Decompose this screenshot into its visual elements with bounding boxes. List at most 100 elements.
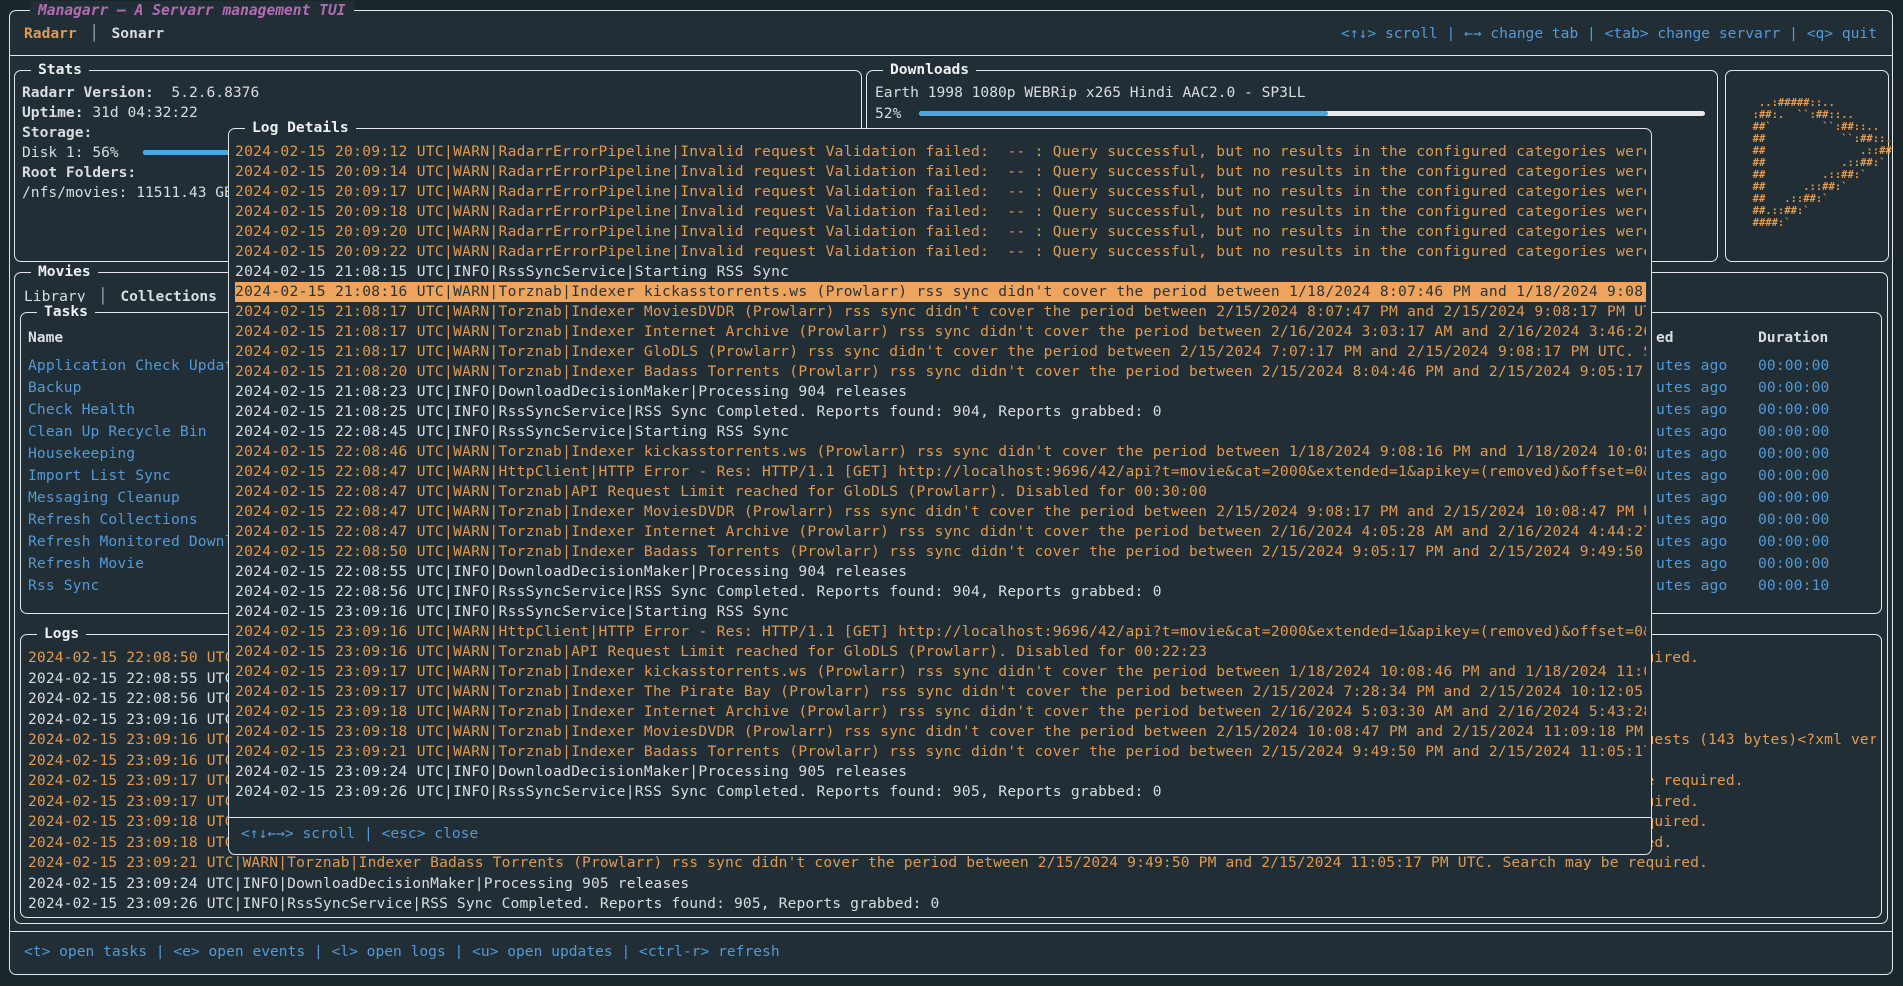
log-details-modal: Log Details 2024-02-15 20:09:12 UTC|WARN… — [228, 128, 1652, 855]
log-detail-line[interactable]: 2024-02-15 22:08:46 UTC|WARN|Torznab|Ind… — [235, 442, 1646, 462]
log-detail-line[interactable]: 2024-02-15 20:09:17 UTC|WARN|RadarrError… — [235, 182, 1646, 202]
log-detail-line[interactable]: 2024-02-15 22:08:56 UTC|INFO|RssSyncServ… — [235, 582, 1646, 602]
log-detail-line[interactable]: 2024-02-15 23:09:24 UTC|INFO|DownloadDec… — [235, 762, 1646, 782]
log-detail-line[interactable]: 2024-02-15 22:08:47 UTC|WARN|Torznab|Ind… — [235, 502, 1646, 522]
log-detail-line[interactable]: 2024-02-15 21:08:20 UTC|WARN|Torznab|Ind… — [235, 362, 1646, 382]
log-detail-line[interactable]: 2024-02-15 22:08:47 UTC|WARN|Torznab|Ind… — [235, 522, 1646, 542]
log-detail-line[interactable]: 2024-02-15 23:09:21 UTC|WARN|Torznab|Ind… — [235, 742, 1646, 762]
radarr-version-value: 5.2.6.8376 — [171, 84, 259, 101]
header-separator — [9, 55, 1893, 56]
task-row-last-executed: utes ago — [1656, 554, 1756, 576]
log-detail-line[interactable]: 2024-02-15 22:08:55 UTC|INFO|DownloadDec… — [235, 562, 1646, 582]
logo-panel: ..:#####::.. :##:. ``:##::.. ##` ``:##::… — [1725, 70, 1889, 262]
tab-divider: │ — [90, 24, 99, 44]
root-folders-label: Root Folders: — [22, 163, 136, 183]
disk-label: Disk 1: — [22, 144, 84, 161]
log-detail-line[interactable]: 2024-02-15 23:09:17 UTC|WARN|Torznab|Ind… — [235, 682, 1646, 702]
task-row-duration: 00:00:00 — [1758, 444, 1868, 466]
task-row-last-executed: utes ago — [1656, 400, 1756, 422]
log-detail-line[interactable]: 2024-02-15 21:08:15 UTC|INFO|RssSyncServ… — [235, 262, 1646, 282]
tasks-last-executed-header: ed — [1656, 328, 1674, 348]
task-duration-list: 00:00:0000:00:0000:00:0000:00:0000:00:00… — [1758, 356, 1868, 598]
log-detail-line[interactable]: 2024-02-15 21:08:17 UTC|WARN|Torznab|Ind… — [235, 322, 1646, 342]
uptime-value: 31d 04:32:22 — [92, 104, 197, 121]
task-row-duration: 00:00:00 — [1758, 400, 1868, 422]
task-row-last-executed: utes ago — [1656, 356, 1756, 378]
download-percent: 52% — [875, 104, 901, 124]
managarr-screen: Managarr – A Servarr management TUI Rada… — [0, 0, 1903, 986]
task-row-last-executed: utes ago — [1656, 510, 1756, 532]
log-detail-line[interactable]: 2024-02-15 20:09:22 UTC|WARN|RadarrError… — [235, 242, 1646, 262]
task-row-last-executed: utes ago — [1656, 576, 1756, 598]
log-detail-line[interactable]: 2024-02-15 23:09:17 UTC|WARN|Torznab|Ind… — [235, 662, 1646, 682]
log-detail-line[interactable]: 2024-02-15 23:09:18 UTC|WARN|Torznab|Ind… — [235, 702, 1646, 722]
task-row-duration: 00:00:00 — [1758, 510, 1868, 532]
app-title: Managarr – A Servarr management TUI — [30, 1, 354, 21]
log-line[interactable]: 2024-02-15 23:09:21 UTC|WARN|Torznab|Ind… — [28, 853, 1876, 874]
log-detail-line[interactable]: 2024-02-15 22:08:45 UTC|INFO|RssSyncServ… — [235, 422, 1646, 442]
downloads-title: Downloads — [883, 60, 976, 80]
radarr-version-row: Radarr Version: 5.2.6.8376 — [22, 83, 259, 103]
task-row-last-executed: utes ago — [1656, 466, 1756, 488]
log-detail-line[interactable]: 2024-02-15 23:09:18 UTC|WARN|Torznab|Ind… — [235, 722, 1646, 742]
log-detail-line[interactable]: 2024-02-15 21:08:17 UTC|WARN|Torznab|Ind… — [235, 342, 1646, 362]
log-detail-line[interactable]: 2024-02-15 21:08:17 UTC|WARN|Torznab|Ind… — [235, 302, 1646, 322]
radarr-ascii-logo-icon: ..:#####::.. :##:. ``:##::.. ##` ``:##::… — [1740, 97, 1892, 229]
log-line[interactable]: 2024-02-15 23:09:26 UTC|INFO|RssSyncServ… — [28, 894, 1876, 915]
log-detail-line[interactable]: 2024-02-15 23:09:16 UTC|WARN|HttpClient|… — [235, 622, 1646, 642]
tasks-name-header: Name — [28, 328, 63, 348]
storage-label: Storage: — [22, 123, 92, 143]
modal-footer-keybindings: <↑↓←→> scroll | <esc> close — [241, 824, 478, 844]
log-detail-line[interactable]: 2024-02-15 21:08:23 UTC|INFO|DownloadDec… — [235, 382, 1646, 402]
log-detail-line[interactable]: 2024-02-15 22:08:47 UTC|WARN|Torznab|API… — [235, 482, 1646, 502]
task-row-last-executed: utes ago — [1656, 488, 1756, 510]
download-progress-bar — [919, 111, 1705, 116]
log-detail-line[interactable]: 2024-02-15 23:09:16 UTC|INFO|RssSyncServ… — [235, 602, 1646, 622]
log-detail-line[interactable]: 2024-02-15 20:09:14 UTC|WARN|RadarrError… — [235, 162, 1646, 182]
task-row-duration: 00:00:00 — [1758, 466, 1868, 488]
stats-title: Stats — [31, 60, 89, 80]
task-row-duration: 00:00:10 — [1758, 576, 1868, 598]
task-row-last-executed: utes ago — [1656, 532, 1756, 554]
task-row-duration: 00:00:00 — [1758, 422, 1868, 444]
log-line[interactable]: 2024-02-15 23:09:24 UTC|INFO|DownloadDec… — [28, 874, 1876, 895]
disk-percent: 56% — [92, 144, 118, 161]
log-detail-line[interactable]: 2024-02-15 23:09:26 UTC|INFO|RssSyncServ… — [235, 782, 1646, 802]
log-detail-line[interactable]: 2024-02-15 22:08:50 UTC|WARN|Torznab|Ind… — [235, 542, 1646, 562]
task-row-duration: 00:00:00 — [1758, 532, 1868, 554]
download-item-title: Earth 1998 1080p WEBRip x265 Hindi AAC2.… — [875, 83, 1705, 103]
task-row-last-executed: utes ago — [1656, 422, 1756, 444]
root-folder-row: /nfs/movies: 11511.43 GB — [22, 183, 233, 203]
log-detail-line[interactable]: 2024-02-15 21:08:16 UTC|WARN|Torznab|Ind… — [235, 282, 1646, 302]
log-detail-line[interactable]: 2024-02-15 20:09:12 UTC|WARN|RadarrError… — [235, 142, 1646, 162]
log-detail-line[interactable]: 2024-02-15 23:09:16 UTC|WARN|Torznab|API… — [235, 642, 1646, 662]
task-row-duration: 00:00:00 — [1758, 356, 1868, 378]
task-row-duration: 00:00:00 — [1758, 554, 1868, 576]
servarr-tab-bar: Radarr │ Sonarr — [24, 24, 164, 44]
radarr-version-label: Radarr Version: — [22, 84, 154, 101]
task-row-last-executed: utes ago — [1656, 378, 1756, 400]
bottom-keybindings: <t> open tasks | <e> open events | <l> o… — [24, 942, 780, 962]
footer-separator — [9, 931, 1893, 932]
log-detail-line[interactable]: 2024-02-15 20:09:18 UTC|WARN|RadarrError… — [235, 202, 1646, 222]
log-details-line-list[interactable]: 2024-02-15 20:09:12 UTC|WARN|RadarrError… — [235, 142, 1646, 814]
tab-collections[interactable]: Collections — [120, 287, 217, 307]
task-row-duration: 00:00:00 — [1758, 488, 1868, 510]
task-row-last-executed: utes ago — [1656, 444, 1756, 466]
log-detail-line[interactable]: 2024-02-15 22:08:47 UTC|WARN|HttpClient|… — [235, 462, 1646, 482]
uptime-label: Uptime: — [22, 104, 84, 121]
top-keybindings: <↑↓> scroll | ←→ change tab | <tab> chan… — [1341, 24, 1877, 44]
task-last-executed-list: utes agoutes agoutes agoutes agoutes ago… — [1656, 356, 1756, 598]
tab-radarr[interactable]: Radarr — [24, 24, 77, 44]
uptime-row: Uptime: 31d 04:32:22 — [22, 103, 198, 123]
task-row-duration: 00:00:00 — [1758, 378, 1868, 400]
tasks-duration-header: Duration — [1758, 328, 1828, 348]
tasks-title: Tasks — [37, 302, 95, 322]
modal-footer-separator — [229, 817, 1651, 818]
log-detail-line[interactable]: 2024-02-15 20:09:20 UTC|WARN|RadarrError… — [235, 222, 1646, 242]
log-detail-line[interactable]: 2024-02-15 21:08:25 UTC|INFO|RssSyncServ… — [235, 402, 1646, 422]
tab-sonarr[interactable]: Sonarr — [112, 24, 165, 44]
movies-title: Movies — [31, 262, 98, 282]
log-details-title: Log Details — [245, 118, 356, 138]
disk-row: Disk 1: 56% — [22, 143, 119, 163]
